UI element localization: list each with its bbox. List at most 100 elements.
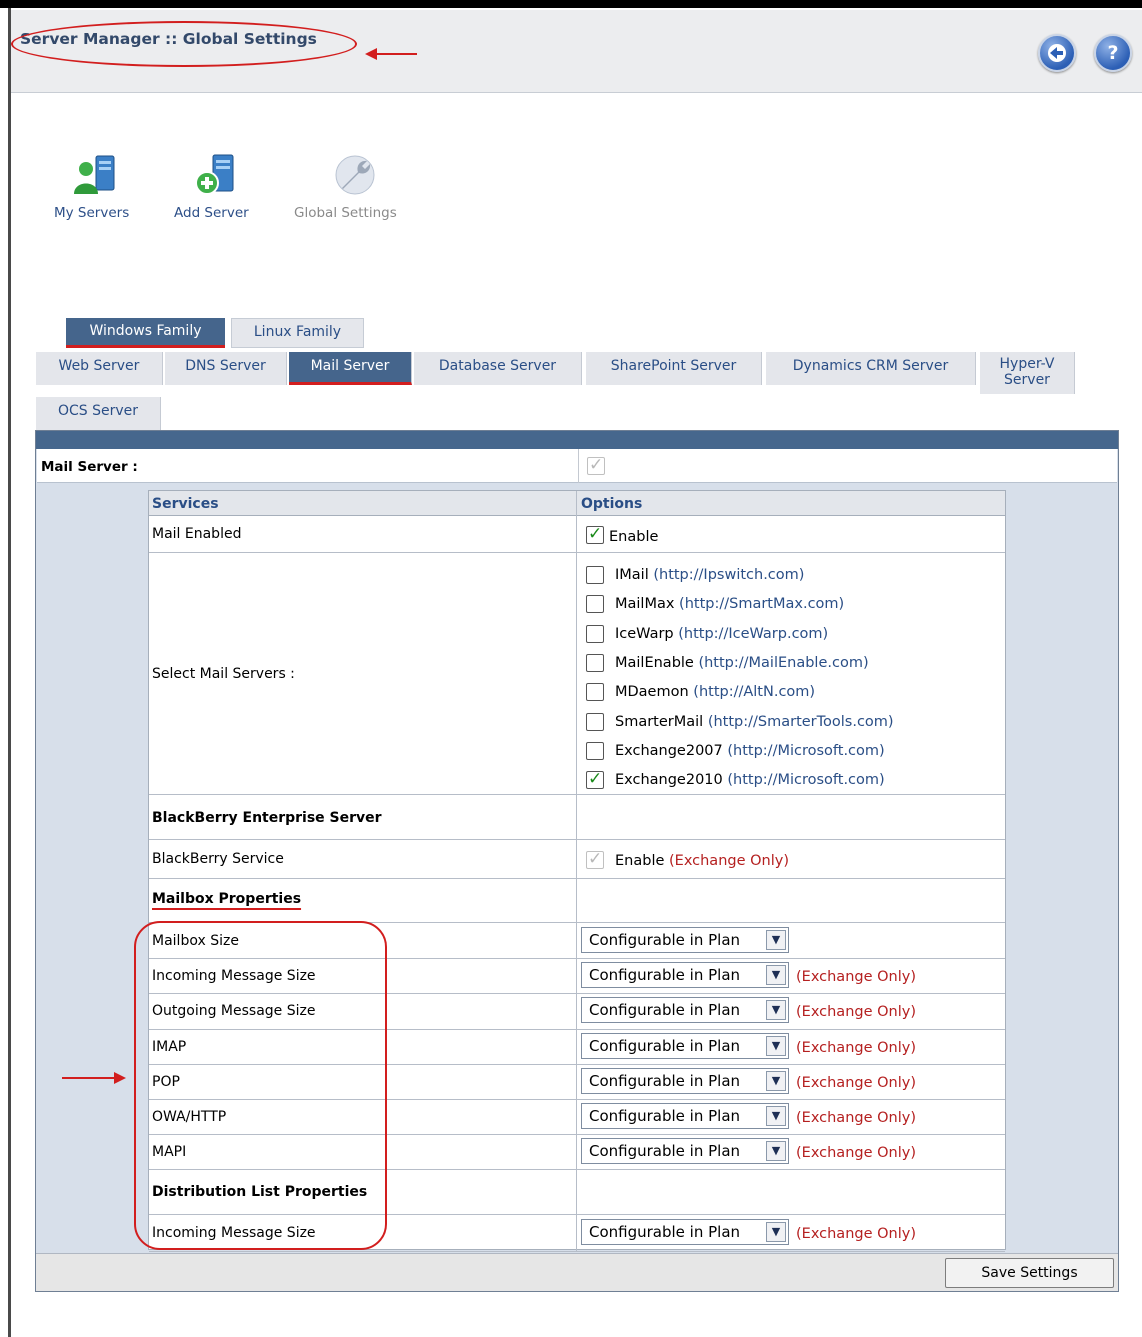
select-value: Configurable in Plan [589, 1223, 741, 1241]
mail-server-checkbox[interactable] [586, 683, 604, 702]
mail-server-name: IceWarp [615, 625, 679, 642]
tab-dynamics-crm-server[interactable]: Dynamics CRM Server [766, 352, 976, 385]
mail-server-checkbox[interactable] [586, 653, 604, 672]
chevron-down-icon[interactable]: ▼ [766, 930, 786, 950]
mail-enabled-label: Mail Enabled [152, 526, 242, 542]
exchange-only-note: (Exchange Only) [796, 1004, 916, 1021]
property-select[interactable]: Configurable in Plan ▼ [581, 997, 789, 1024]
mail-server-name: MDaemon [615, 684, 694, 701]
tab-mail-server[interactable]: Mail Server [289, 352, 412, 385]
blackberry-exchange-only: (Exchange Only) [669, 853, 789, 869]
mail-server-label: Mail Server : [41, 459, 138, 475]
global-settings-label[interactable]: Global Settings [294, 205, 397, 221]
property-select[interactable]: Configurable in Plan ▼ [581, 1067, 789, 1094]
property-select[interactable]: Configurable in Plan ▼ [581, 1032, 789, 1059]
my-servers-label[interactable]: My Servers [54, 205, 129, 221]
mail-server-url[interactable]: (http://Microsoft.com) [727, 772, 884, 788]
select-value: Configurable in Plan [589, 1036, 741, 1055]
mail-server-checkbox[interactable] [586, 712, 604, 731]
chevron-down-icon[interactable]: ▼ [766, 1000, 786, 1021]
tab-hyper-v-server[interactable]: Hyper-V Server [980, 352, 1075, 394]
mail-server-name: IMail [615, 567, 654, 583]
select-value: Configurable in Plan [589, 1071, 741, 1090]
chevron-down-icon[interactable]: ▼ [766, 1035, 786, 1056]
panel-header-bar [36, 431, 1118, 449]
property-select[interactable]: Configurable in Plan ▼ [581, 927, 789, 953]
mail-server-option: MDaemon (http://AltN.com) [615, 684, 815, 700]
mail-server-option: IceWarp (http://IceWarp.com) [615, 626, 828, 642]
mail-server-row: Mail Server : [37, 449, 1117, 483]
column-divider [578, 449, 579, 483]
tab-ocs-server[interactable]: OCS Server [36, 397, 161, 430]
mail-server-checkbox[interactable] [586, 624, 604, 643]
server-add-icon[interactable] [193, 152, 239, 198]
annotation-arrow-icon [365, 48, 417, 60]
mail-server-option: SmarterMail (http://SmarterTools.com) [615, 714, 894, 730]
tab-database-server[interactable]: Database Server [414, 352, 582, 385]
tab-linux-family[interactable]: Linux Family [231, 318, 364, 348]
exchange-only-note: (Exchange Only) [796, 1226, 916, 1242]
mail-server-url[interactable]: (http://Ipswitch.com) [653, 567, 804, 583]
select-value: Configurable in Plan [589, 1107, 741, 1125]
property-select[interactable]: Configurable in Plan ▼ [581, 962, 789, 989]
exchange-only-note: (Exchange Only) [796, 1039, 916, 1056]
blackberry-service-option: Enable (Exchange Only) [615, 853, 789, 869]
exchange-only-note: (Exchange Only) [796, 1110, 916, 1126]
exchange-only-note: (Exchange Only) [796, 1074, 916, 1091]
exchange-only-note: (Exchange Only) [796, 1145, 916, 1162]
back-button[interactable] [1038, 34, 1076, 72]
mail-server-url[interactable]: (http://SmartMax.com) [679, 596, 844, 612]
mail-server-checkbox[interactable] [586, 566, 604, 584]
row-divider [149, 1251, 1005, 1252]
table-header-row: Services Options [149, 491, 1005, 516]
mail-server-url[interactable]: (http://AltN.com) [693, 684, 815, 700]
row-divider [149, 839, 1005, 840]
select-value: Configurable in Plan [589, 966, 741, 985]
mail-server-name: Exchange2010 [615, 772, 728, 789]
options-column-header: Options [581, 496, 643, 512]
mail-server-checkbox[interactable] [586, 741, 604, 760]
select-value: Configurable in Plan [589, 931, 741, 949]
select-value: Configurable in Plan [589, 1142, 741, 1161]
tab-sharepoint-server[interactable]: SharePoint Server [586, 352, 762, 385]
help-icon: ? [1107, 42, 1119, 64]
tab-windows-family[interactable]: Windows Family [66, 318, 225, 348]
blackberry-section-title: BlackBerry Enterprise Server [152, 810, 382, 826]
chevron-down-icon[interactable]: ▼ [766, 1141, 786, 1162]
mail-server-url[interactable]: (http://SmarterTools.com) [708, 714, 894, 730]
mail-server-checkbox [587, 455, 605, 475]
chevron-down-icon[interactable]: ▼ [766, 1070, 786, 1091]
chevron-down-icon[interactable]: ▼ [766, 965, 786, 986]
settings-wrench-icon[interactable] [332, 152, 378, 198]
mail-server-url[interactable]: (http://IceWarp.com) [678, 626, 828, 642]
mail-server-option: Exchange2010 (http://Microsoft.com) [615, 772, 885, 788]
exchange-only-note: (Exchange Only) [796, 969, 916, 986]
property-select[interactable]: Configurable in Plan ▼ [581, 1103, 789, 1129]
mail-enabled-checkbox[interactable] [586, 524, 604, 544]
property-select[interactable]: Configurable in Plan ▼ [581, 1138, 789, 1165]
select-value: Configurable in Plan [589, 1001, 741, 1020]
chevron-down-icon[interactable]: ▼ [766, 1222, 786, 1242]
row-divider [149, 878, 1005, 879]
mail-server-url[interactable]: (http://Microsoft.com) [727, 743, 884, 759]
mail-server-option: IMail (http://Ipswitch.com) [615, 567, 804, 583]
save-settings-button[interactable]: Save Settings [945, 1258, 1114, 1288]
mailbox-properties-title: Mailbox Properties [152, 891, 302, 907]
annotation-oval-title [11, 21, 357, 67]
blackberry-enable-text: Enable [615, 853, 665, 869]
left-border [8, 8, 11, 1337]
table-column-divider [576, 491, 577, 1251]
tab-web-server[interactable]: Web Server [36, 352, 163, 385]
property-select[interactable]: Configurable in Plan ▼ [581, 1219, 789, 1245]
help-button[interactable]: ? [1094, 34, 1132, 72]
mail-server-checkbox[interactable] [586, 595, 604, 614]
mail-server-option: Exchange2007 (http://Microsoft.com) [615, 743, 885, 759]
servers-user-icon[interactable] [72, 152, 118, 198]
add-server-label[interactable]: Add Server [174, 205, 249, 221]
mail-server-url[interactable]: (http://MailEnable.com) [698, 655, 868, 671]
chevron-down-icon[interactable]: ▼ [766, 1106, 786, 1126]
tab-dns-server[interactable]: DNS Server [165, 352, 287, 385]
mail-server-option: MailEnable (http://MailEnable.com) [615, 655, 869, 671]
mail-server-checkbox[interactable] [586, 769, 604, 790]
mail-enabled-option: Enable [609, 529, 659, 545]
